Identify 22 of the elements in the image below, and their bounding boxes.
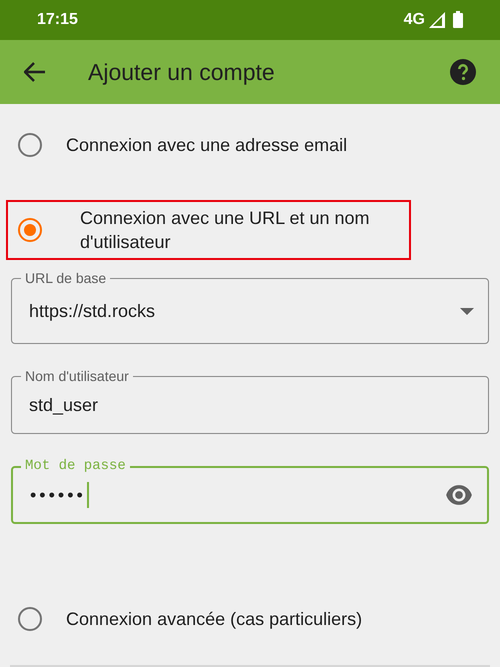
battery-icon [453,11,463,28]
radio-button[interactable] [18,607,42,632]
dropdown-caret-icon[interactable] [460,308,474,315]
help-icon[interactable] [450,58,476,85]
clock: 17:15 [37,10,78,30]
option-row[interactable]: Connexion avec une URL et un nom d'utilisateur [6,200,411,260]
text-cursor [86,482,89,508]
signal-icon [429,12,445,28]
option-label: Connexion avec une URL et un nom d'utilisateur [80,207,371,254]
option-label: Connexion avancée (cas particuliers) [66,608,362,632]
option-row[interactable]: Connexion avancée (cas particuliers) [0,589,500,650]
radio-button[interactable] [18,218,42,242]
screen-title: Ajouter un compte [88,58,275,87]
field-value: •••••• [30,484,86,507]
option-label: Connexion avec une adresse email [66,134,348,158]
eye-icon[interactable] [445,485,473,506]
network-type: 4G [404,10,425,30]
radio-button[interactable] [18,133,42,158]
field-value: std_user [29,394,98,417]
back-arrow-icon[interactable] [24,62,46,82]
option-row[interactable]: Connexion avec une adresse email [0,115,500,176]
field-value: https://std.rocks [29,300,156,323]
